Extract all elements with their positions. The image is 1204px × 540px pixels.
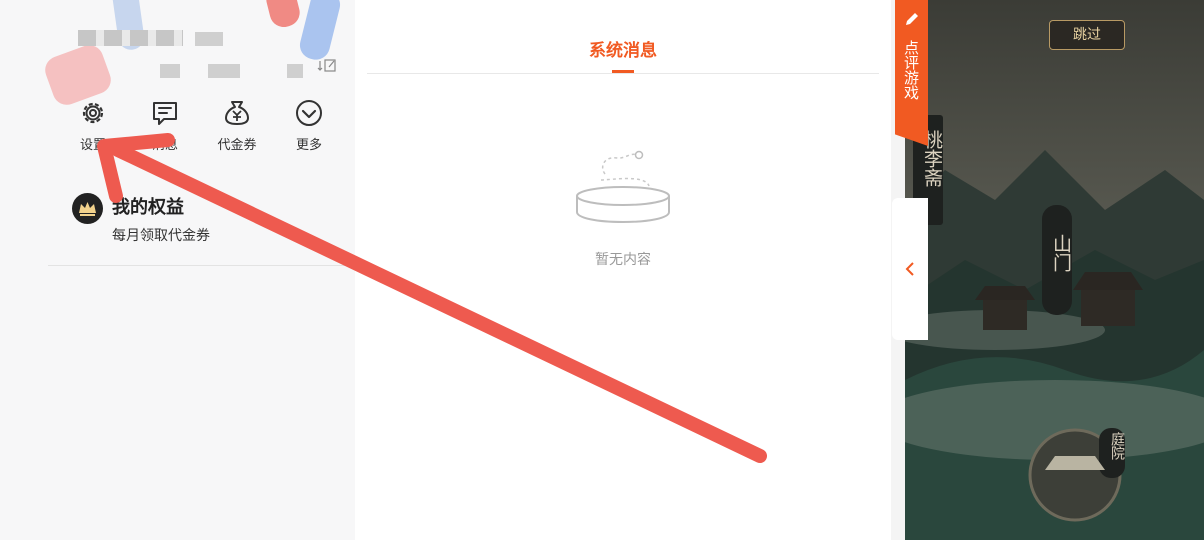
username-redacted <box>78 30 183 46</box>
voucher-icon <box>225 101 249 125</box>
chevron-left-icon <box>905 261 915 282</box>
gear-icon <box>82 102 104 124</box>
message-icon <box>153 102 177 125</box>
scene-label-tingyuan: 庭院 <box>1109 432 1125 460</box>
tab-divider <box>367 73 879 74</box>
decorative-stripe-blue-2 <box>296 0 344 63</box>
rights-subtitle: 每月领取代金券 <box>112 228 210 244</box>
review-game-badge[interactable]: 点评游戏 <box>895 0 928 146</box>
empty-state-text: 暂无内容 <box>595 252 651 268</box>
divider <box>48 265 348 266</box>
userid-redacted <box>195 32 223 46</box>
tab-system-messages[interactable]: 系统消息 <box>355 36 891 61</box>
more-button[interactable]: 更多 <box>273 98 345 153</box>
pencil-icon <box>906 13 918 25</box>
voucher-label: 代金券 <box>217 138 257 153</box>
settings-label: 设置 <box>79 138 106 153</box>
crown-icon <box>72 193 103 224</box>
userinfo-redacted-3 <box>287 64 303 78</box>
review-game-label: 点评游戏 <box>902 40 920 100</box>
scene-label-shanmen: 山门 <box>1050 234 1072 272</box>
message-panel: 系统消息 暂无内容 <box>355 0 891 540</box>
rights-title: 我的权益 <box>112 197 184 218</box>
settings-button[interactable]: 设置 <box>57 98 129 153</box>
game-scene: 桃李斋 山门 庭院 <box>905 0 1204 540</box>
quick-actions: 设置 消息 代金券 更多 <box>57 98 345 153</box>
messages-label: 消息 <box>151 138 178 153</box>
messages-button[interactable]: 消息 <box>129 98 201 153</box>
skip-button[interactable]: 跳过 <box>1049 20 1125 50</box>
more-label: 更多 <box>295 138 322 153</box>
edit-icon[interactable] <box>316 58 338 74</box>
voucher-button[interactable]: 代金券 <box>201 98 273 153</box>
userinfo-redacted-2 <box>208 64 240 78</box>
empty-box-icon <box>576 150 670 224</box>
decorative-stripe-red <box>263 0 303 31</box>
userinfo-redacted <box>160 64 180 78</box>
profile-panel: 设置 消息 代金券 更多 我的权益 每月领取代金券 <box>0 0 355 540</box>
more-icon <box>296 100 322 126</box>
